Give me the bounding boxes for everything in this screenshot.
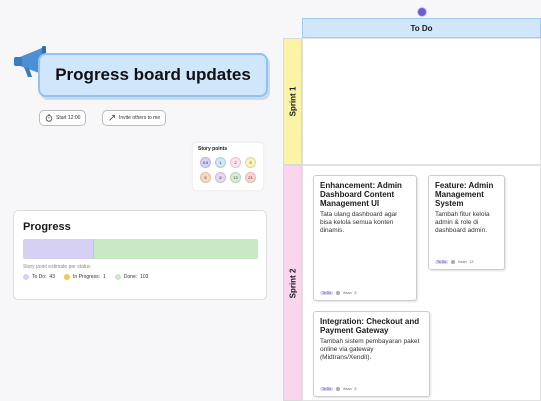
task-meta: To Do ihsan 13 (435, 260, 473, 264)
legend-label: Done: (123, 274, 138, 280)
task-status-tag: To Do (435, 260, 449, 264)
column-title: To Do (410, 23, 433, 33)
progress-bar (23, 239, 258, 259)
user-avatar-icon (451, 260, 456, 264)
task-points: 8 (354, 387, 357, 391)
invite-icon (109, 115, 115, 121)
progress-segment-todo (23, 239, 93, 259)
legend-dot-done (114, 274, 121, 280)
task-meta: To Do ihsan 8 (320, 387, 356, 391)
task-title: Enhancement: Admin Dashboard Content Man… (320, 181, 402, 208)
legend-value: 43 (49, 274, 56, 280)
story-points-title: Story points (198, 146, 228, 152)
task-assignee: ihsan (343, 291, 352, 295)
story-point-option[interactable]: 21 (245, 172, 256, 183)
task-points: 13 (469, 260, 474, 264)
legend-label: In Progress: (73, 274, 100, 280)
title-card: Progress board updates (38, 53, 268, 97)
progress-legend: To Do: 43 In Progress: 1 Done: 103 (23, 274, 148, 280)
task-title: Feature: Admin Management System (435, 181, 494, 208)
task-card[interactable]: Enhancement: Admin Dashboard Content Man… (313, 175, 417, 301)
story-point-option[interactable]: 3 (245, 157, 256, 168)
invite-others-label: Invite others to me (119, 115, 161, 121)
story-point-option[interactable]: 2 (230, 157, 241, 168)
story-point-option[interactable]: 13 (230, 172, 241, 183)
story-points-panel: Story points 0.5 1 2 3 5 8 13 21 (193, 143, 263, 190)
invite-others-button[interactable]: Invite others to me (102, 110, 167, 126)
lane-label: Sprint 1 (288, 86, 297, 117)
task-status-tag: To Do (320, 291, 334, 295)
timer-icon (45, 114, 53, 122)
lane-label: Sprint 2 (288, 268, 297, 298)
task-card[interactable]: Feature: Admin Management System Tambah … (428, 175, 505, 270)
lane-sprint-1[interactable]: Sprint 1 (283, 38, 302, 165)
lane-sprint-1-area[interactable] (302, 38, 541, 165)
page-title: Progress board updates (55, 65, 251, 84)
progress-segment-done (94, 239, 258, 259)
legend-item-done: Done: 103 (114, 274, 149, 280)
legend-value: 1 (102, 274, 106, 280)
story-point-option[interactable]: 1 (215, 157, 226, 168)
user-avatar-icon (336, 291, 341, 295)
progress-subtitle: Story point estimate per status (23, 264, 91, 270)
task-title: Integration: Checkout and Payment Gatewa… (320, 317, 420, 335)
column-header-todo[interactable]: To Do (302, 18, 541, 38)
task-description: Tambah fitur kelola admin & role di dash… (435, 211, 490, 234)
legend-label: To Do: (32, 274, 47, 280)
legend-dot-in-progress (64, 274, 71, 280)
lane-sprint-2[interactable]: Sprint 2 (283, 165, 302, 401)
task-assignee: ihsan (458, 260, 467, 264)
legend-value: 103 (140, 274, 149, 280)
task-status-tag: To Do (320, 387, 334, 391)
task-meta: To Do ihsan 8 (320, 291, 356, 295)
story-point-option[interactable]: 5 (200, 172, 211, 183)
task-assignee: ihsan (343, 387, 352, 391)
task-card[interactable]: Integration: Checkout and Payment Gatewa… (313, 311, 430, 397)
user-avatar-icon (336, 387, 341, 391)
legend-item-todo: To Do: 43 (23, 274, 55, 280)
legend-dot-todo (23, 274, 29, 280)
progress-card: Progress Story point estimate per status… (13, 210, 267, 300)
task-description: Tambah sistem pembayaran paket online vi… (320, 338, 420, 361)
task-points: 8 (354, 291, 357, 295)
start-timer-button[interactable]: Start 12:00 (39, 110, 87, 126)
start-timer-label: Start 12:00 (56, 115, 81, 121)
column-avatar-icon[interactable] (417, 7, 427, 17)
story-point-option[interactable]: 0.5 (200, 157, 211, 168)
progress-title: Progress (23, 221, 71, 233)
legend-item-in-progress: In Progress: 1 (64, 274, 106, 280)
task-description: Tata ulang dashboard agar bisa kelola se… (320, 211, 398, 234)
story-point-option[interactable]: 8 (215, 172, 226, 183)
